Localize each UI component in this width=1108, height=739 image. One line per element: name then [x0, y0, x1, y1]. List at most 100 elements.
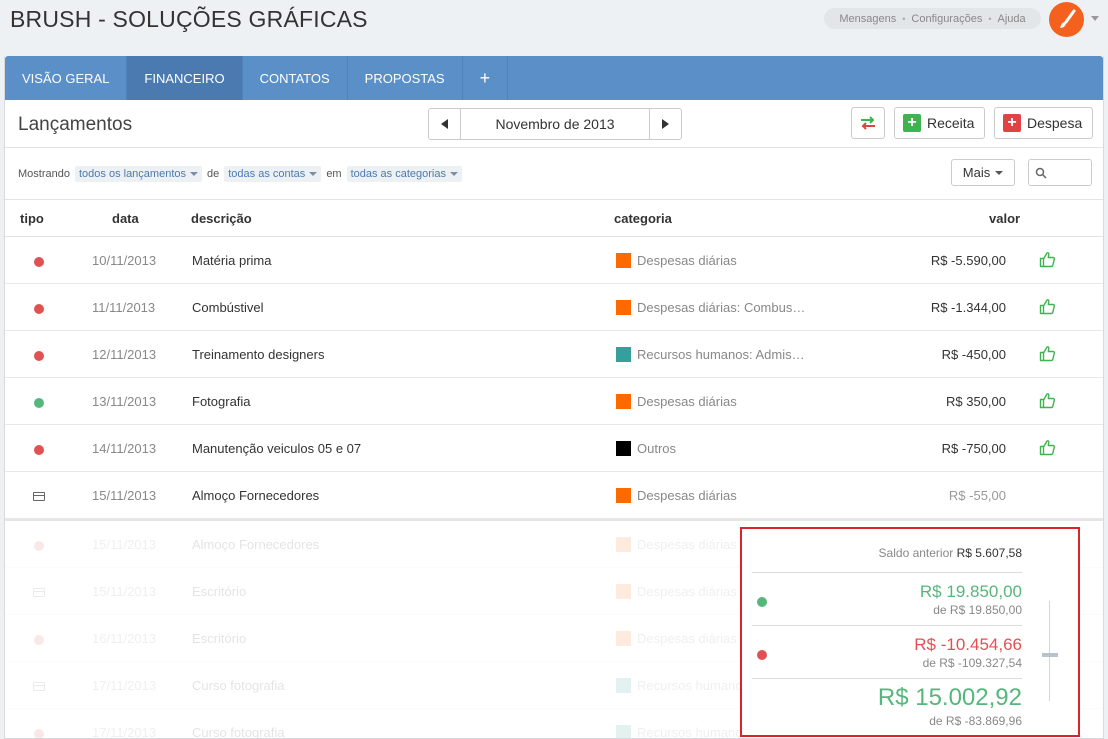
divider [752, 678, 1022, 679]
category-label: Recursos humanos: Admis… [637, 347, 805, 362]
category-swatch [616, 725, 631, 738]
chevron-down-icon [995, 170, 1004, 175]
prev-month-button[interactable] [429, 109, 461, 139]
row-date: 17/11/2013 [92, 678, 157, 693]
filter-accounts-dropdown[interactable]: todas as contas [224, 166, 322, 182]
row-date: 15/11/2013 [92, 537, 157, 552]
table-row[interactable]: 14/11/2013 Manutenção veiculos 05 e 07 Out… [5, 425, 1103, 472]
category-swatch [616, 253, 631, 268]
row-category: Despesas diárias [616, 584, 737, 599]
transfer-icon [861, 116, 875, 130]
filter-bar: Mostrando todos os lançamentos de todas … [5, 148, 1103, 200]
row-description: Curso fotografia [192, 678, 285, 693]
row-category: Despesas diárias [616, 537, 737, 552]
category-swatch [616, 347, 631, 362]
thumbs-up-icon[interactable] [1039, 392, 1056, 412]
table-row[interactable]: 10/11/2013 Matéria prima Despesas diárias R… [5, 237, 1103, 284]
income-total: R$ 19.850,00 [919, 582, 1022, 601]
divider [752, 572, 1022, 573]
tab-propostas[interactable]: PROPOSTAS [348, 56, 463, 100]
plus-icon: + [903, 114, 921, 132]
page-title: Lançamentos [18, 114, 133, 135]
row-date: 16/11/2013 [92, 631, 157, 646]
card-icon [33, 492, 45, 501]
row-date: 17/11/2013 [92, 725, 157, 739]
expense-dot [757, 650, 767, 660]
thumbs-up-icon[interactable] [1039, 251, 1056, 271]
category-swatch [616, 678, 631, 693]
row-category: Despesas diárias: Combus… [616, 300, 805, 315]
expense-dot [34, 257, 44, 267]
tab-financeiro[interactable]: FINANCEIRO [127, 56, 243, 100]
table-row[interactable]: 12/11/2013 Treinamento designers Recursos … [5, 331, 1103, 378]
tab-bar: VISÃO GERAL FINANCEIRO CONTATOS PROPOSTA… [5, 56, 1103, 100]
thumbs-up-icon[interactable] [1039, 298, 1056, 318]
total-summary: R$ 15.002,92 de R$ -83.869,96 [752, 684, 1022, 734]
balance-scrollbar-handle[interactable] [1042, 653, 1058, 657]
tab-contatos[interactable]: CONTATOS [243, 56, 348, 100]
avatar[interactable] [1049, 2, 1084, 37]
row-description: Treinamento designers [192, 347, 325, 362]
row-description: Manutenção veiculos 05 e 07 [192, 441, 362, 456]
category-label: Despesas diárias [637, 394, 737, 409]
row-value: R$ -1.344,00 [930, 300, 1006, 315]
header-valor: valor [989, 211, 1021, 226]
tab-visao-geral[interactable]: VISÃO GERAL [5, 56, 128, 100]
expense-dot [34, 729, 44, 738]
row-value: R$ -55,00 [948, 488, 1006, 503]
link-ajuda[interactable]: Ajuda [997, 13, 1025, 25]
row-date: 15/11/2013 [92, 584, 157, 599]
expense-dot [34, 541, 44, 551]
category-label: Despesas diárias [637, 584, 737, 599]
month-label[interactable]: Novembro de 2013 [461, 109, 649, 139]
transfer-button[interactable] [851, 107, 885, 139]
row-date: 10/11/2013 [92, 253, 157, 268]
filter-em: em [326, 168, 342, 180]
tab-add[interactable]: + [463, 56, 509, 100]
filter-categories-value: todas as categorias [350, 168, 446, 180]
row-description: Curso fotografia [192, 725, 285, 739]
expense-dot [34, 635, 44, 645]
arrow-left-icon [441, 119, 448, 129]
table-row[interactable]: 11/11/2013 Combústivel Despesas diárias: C… [5, 284, 1103, 331]
row-category: Despesas diárias [616, 488, 737, 503]
category-label: Despesas diárias [637, 631, 737, 646]
table-row[interactable]: 15/11/2013 Almoço Fornecedores Despesas di… [5, 472, 1103, 519]
category-swatch [616, 584, 631, 599]
category-swatch [616, 631, 631, 646]
table-row[interactable]: 13/11/2013 Fotografia Despesas diárias R$ 3… [5, 378, 1103, 425]
category-label: Despesas diárias: Combus… [637, 300, 806, 315]
header-categoria: categoria [614, 211, 672, 226]
card-icon [33, 682, 45, 691]
search-icon [1035, 167, 1047, 179]
add-receita-button[interactable]: + Receita [894, 107, 985, 139]
row-description: Almoço Fornecedores [192, 537, 320, 552]
chevron-down-icon [449, 172, 458, 176]
expense-dot [34, 445, 44, 455]
row-value: R$ -5.590,00 [930, 253, 1006, 268]
balance-scrollbar-track [1049, 601, 1050, 701]
divider [752, 625, 1022, 626]
previous-balance-value: R$ 5.607,58 [956, 546, 1022, 560]
more-button[interactable]: Mais [951, 159, 1015, 186]
filter-launches-value: todos os lançamentos [78, 168, 186, 180]
filter-launches-dropdown[interactable]: todos os lançamentos [74, 166, 202, 182]
card-icon [33, 588, 45, 597]
filter-categories-dropdown[interactable]: todas as categorias [346, 166, 462, 182]
user-menu-caret[interactable] [1091, 16, 1099, 21]
next-month-button[interactable] [649, 109, 681, 139]
category-swatch [616, 441, 631, 456]
receita-label: Receita [927, 115, 975, 131]
link-configuracoes[interactable]: Configurações [911, 13, 982, 25]
thumbs-up-icon[interactable] [1039, 439, 1056, 459]
row-description: Escritório [192, 584, 247, 599]
row-date: 15/11/2013 [92, 488, 157, 503]
thumbs-up-icon[interactable] [1039, 345, 1056, 365]
row-date: 14/11/2013 [92, 441, 157, 456]
category-swatch [616, 537, 631, 552]
link-mensagens[interactable]: Mensagens [839, 13, 896, 25]
row-category: Despesas diárias [616, 253, 737, 268]
row-date: 11/11/2013 [92, 300, 156, 315]
search-input[interactable] [1028, 159, 1092, 186]
add-despesa-button[interactable]: + Despesa [994, 107, 1093, 139]
